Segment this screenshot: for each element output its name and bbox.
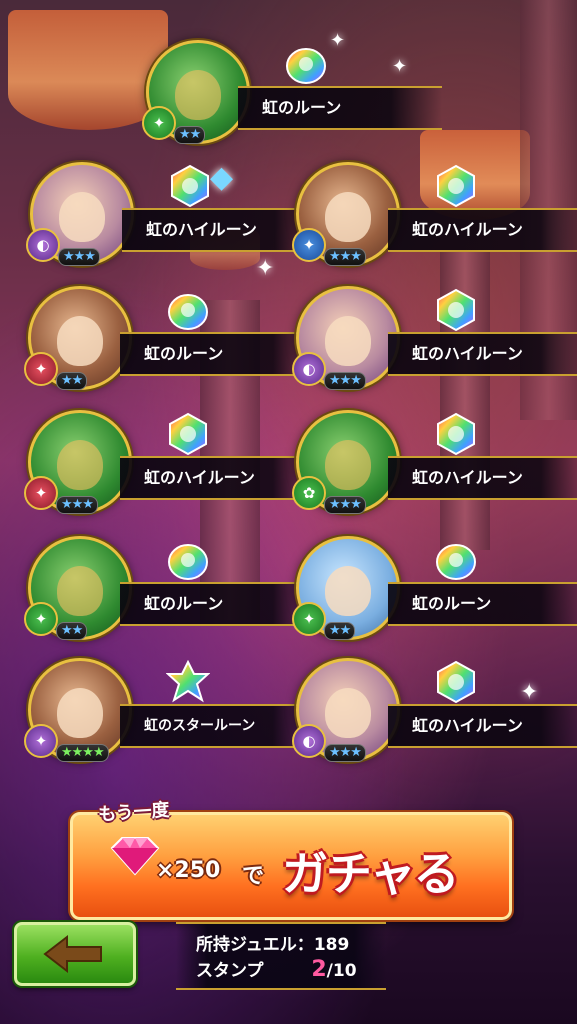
result-item[interactable]: 虹のハイルーン ✿ ★★★ [292, 402, 577, 522]
element-badge-icon: ✦ [24, 602, 58, 636]
element-badge-icon: ◐ [292, 724, 326, 758]
rarity-stars: ★★ [324, 622, 356, 640]
element-badge-icon: ✦ [24, 724, 58, 758]
rainbow-high-rune-icon [437, 164, 475, 208]
rainbow-rune-icon [168, 294, 208, 330]
result-item[interactable]: 虹のハイルーン ◐ ★★★ [292, 650, 577, 770]
character-face [175, 70, 221, 120]
result-item[interactable]: 虹のハイルーン ✦ ★★★ [292, 154, 577, 274]
rarity-stars: ★★★ [324, 372, 366, 390]
element-badge-icon: ✿ [292, 476, 326, 510]
element-badge-icon: ✦ [24, 476, 58, 510]
rarity-stars: ★★★ [324, 744, 366, 762]
rune-name: 虹のルーン [238, 86, 442, 130]
stamp-count: スタンプ 2/10 [196, 956, 357, 982]
gacha-de-text: で [242, 864, 265, 889]
element-badge-icon: ✦ [292, 228, 326, 262]
element-badge-icon: ◐ [292, 352, 326, 386]
result-item[interactable]: 虹のハイルーン ◐ ★★★ [26, 154, 326, 274]
stamp-current: 2 [311, 957, 327, 982]
rainbow-high-rune-icon [437, 412, 475, 456]
jewel-count: 所持ジュエル：189 [196, 930, 349, 955]
result-item[interactable]: 虹のルーン ✦ ★★ [292, 528, 577, 648]
rune-name: 虹のハイルーン [388, 332, 577, 376]
rainbow-rune-icon [168, 544, 208, 580]
rainbow-rune-icon [286, 48, 326, 84]
result-item[interactable]: 虹のルーン ✦ ★★ [142, 32, 442, 152]
rune-name: 虹のハイルーン [388, 704, 577, 748]
rainbow-high-rune-icon [437, 660, 475, 704]
jewel-count-value: 189 [313, 935, 350, 955]
result-item[interactable]: 虹のハイルーン ✦ ★★★ [24, 402, 324, 522]
character-face [57, 688, 103, 738]
character-face [325, 566, 371, 616]
character-face [57, 316, 103, 366]
stamp-total: /10 [326, 961, 357, 981]
rune-name: 虹のハイルーン [388, 208, 577, 252]
character-face [325, 316, 371, 366]
gacha-again-tag: もう一度 [97, 799, 171, 826]
rune-name: 虹のハイルーン [388, 456, 577, 500]
player-info-panel: 所持ジュエル：189 スタンプ 2/10 [176, 922, 386, 990]
rarity-stars: ★★ [56, 372, 88, 390]
rainbow-rune-icon [436, 544, 476, 580]
back-button[interactable] [14, 922, 136, 986]
rarity-stars: ★★★ [324, 496, 366, 514]
jewel-count-label: 所持ジュエル： [196, 935, 314, 955]
rarity-stars: ★★★ [56, 496, 98, 514]
lamp-decoration [8, 10, 168, 130]
element-badge-icon: ✦ [292, 602, 326, 636]
element-badge-icon: ✦ [142, 106, 176, 140]
character-face [325, 440, 371, 490]
rainbow-star-rune-icon [166, 660, 210, 703]
result-item[interactable]: 虹のルーン ✦ ★★ [24, 528, 324, 648]
back-arrow-icon [43, 934, 102, 974]
rarity-stars: ★★★ [58, 248, 100, 266]
result-item[interactable]: 虹のスタールーン ✦ ★★★★ [24, 650, 324, 770]
character-face [59, 192, 105, 242]
result-item[interactable]: 虹のルーン ✦ ★★ [24, 278, 324, 398]
gacha-label: ガチャる [282, 847, 460, 901]
element-badge-icon: ◐ [26, 228, 60, 262]
stamp-label: スタンプ [196, 961, 264, 981]
character-face [325, 192, 371, 242]
rune-name: 虹のルーン [388, 582, 577, 626]
rarity-stars: ★★★★ [56, 744, 109, 762]
rarity-stars: ★★ [174, 126, 206, 144]
rainbow-high-rune-icon [169, 412, 207, 456]
rarity-stars: ★★ [56, 622, 88, 640]
character-face [57, 566, 103, 616]
character-face [325, 688, 371, 738]
character-face [57, 440, 103, 490]
result-item[interactable]: 虹のハイルーン ◐ ★★★ [292, 278, 577, 398]
rainbow-high-rune-icon [171, 164, 209, 208]
rainbow-high-rune-icon [437, 288, 475, 332]
gacha-cost: ×250 [156, 858, 221, 883]
element-badge-icon: ✦ [24, 352, 58, 386]
rarity-stars: ★★★ [324, 248, 366, 266]
